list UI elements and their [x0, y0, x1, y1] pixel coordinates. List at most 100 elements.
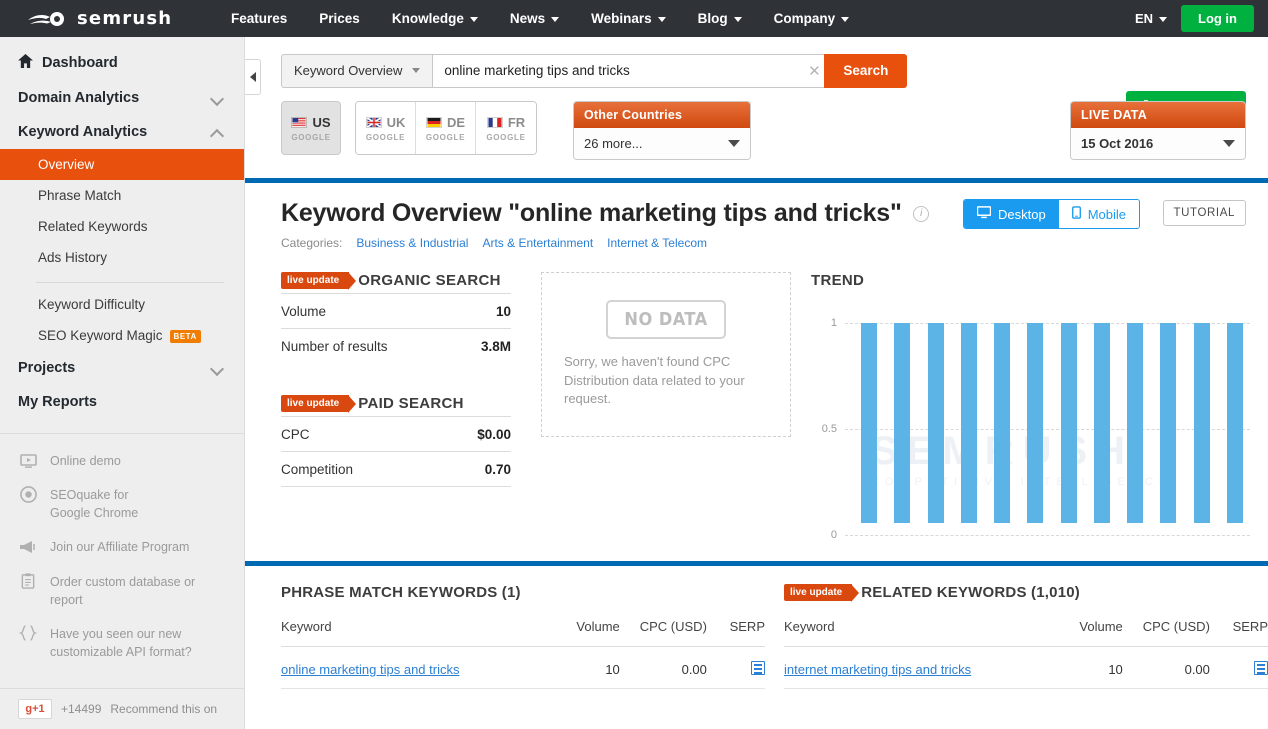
sidebar-link-affiliate[interactable]: Join our Affiliate Program [0, 530, 244, 564]
trend-bar [1193, 323, 1210, 523]
trend-bar [1027, 323, 1044, 523]
nav-item-prices[interactable]: Prices [303, 0, 376, 37]
col-cpc: CPC (USD) [1122, 619, 1210, 647]
cell-cpc: 0.00 [619, 646, 707, 689]
google-plus-icon[interactable]: g+1 [18, 699, 52, 719]
main-content: Keyword Overview ✕ Search Upgrade [245, 37, 1268, 729]
other-countries-body[interactable]: 26 more... [574, 128, 750, 159]
login-button[interactable]: Log in [1181, 5, 1254, 32]
metric-row-competition: Competition 0.70 [281, 451, 511, 487]
category-link-internet[interactable]: Internet & Telecom [607, 236, 707, 250]
clear-icon[interactable]: ✕ [804, 62, 824, 80]
live-data-body[interactable]: 15 Oct 2016 [1071, 128, 1245, 159]
nav-item-company[interactable]: Company [758, 0, 866, 37]
nav-item-news[interactable]: News [494, 0, 575, 37]
flag-us-icon [291, 116, 308, 128]
sidebar-footer-social[interactable]: g+1 +14499 Recommend this on [0, 688, 244, 729]
database-engine: GOOGLE [425, 132, 466, 142]
top-navigation: semrush Features Prices Knowledge News W… [0, 0, 1268, 37]
trend-bar [894, 323, 911, 523]
sidebar-item-domain-analytics[interactable]: Domain Analytics [0, 81, 244, 115]
database-de[interactable]: DE GOOGLE [416, 102, 476, 154]
sidebar-item-seo-keyword-magic[interactable]: SEO Keyword Magic BETA [0, 320, 244, 351]
trend-bars [861, 323, 1243, 523]
sidebar-separator [0, 433, 244, 434]
sidebar-link-online-demo[interactable]: Online demo [0, 444, 244, 478]
y-tick-1: 1 [830, 317, 837, 329]
trend-bar [1127, 323, 1144, 523]
search-bar: Keyword Overview ✕ Search [245, 37, 1268, 94]
database-code: FR [507, 114, 526, 130]
trend-bar [1093, 323, 1110, 523]
category-link-business[interactable]: Business & Industrial [356, 236, 468, 250]
chevron-down-icon [212, 92, 224, 104]
device-mobile-button[interactable]: Mobile [1058, 200, 1139, 228]
sidebar-item-related-keywords[interactable]: Related Keywords [0, 211, 244, 242]
keyword-link[interactable]: internet marketing tips and tricks [784, 662, 971, 677]
y-tick-0: 0 [830, 529, 837, 541]
chevron-down-icon [412, 68, 421, 73]
nav-item-webinars[interactable]: Webinars [575, 0, 682, 37]
semrush-logo[interactable]: semrush [0, 8, 215, 29]
category-link-arts[interactable]: Arts & Entertainment [482, 236, 593, 250]
serp-icon[interactable] [1254, 661, 1268, 675]
live-update-badge: live update [281, 272, 357, 290]
beta-badge: BETA [169, 329, 201, 343]
recommend-text: Recommend this on [110, 702, 218, 716]
sidebar-item-dashboard[interactable]: Dashboard [0, 45, 244, 81]
database-bar: US GOOGLE UK GOOGLE DE GOOGLE FR GOOGLE … [245, 94, 1268, 176]
categories-label: Categories: [281, 236, 343, 250]
database-fr[interactable]: FR GOOGLE [476, 102, 536, 154]
language-selector[interactable]: EN [1135, 11, 1167, 26]
tutorial-button[interactable]: TUTORIAL [1162, 200, 1246, 226]
live-data-dropdown[interactable]: LIVE DATA 15 Oct 2016 [1070, 101, 1246, 160]
metric-value: 0.70 [484, 462, 511, 477]
desktop-icon [976, 206, 992, 222]
trend-title: TREND [811, 272, 865, 289]
col-keyword: Keyword [281, 619, 548, 647]
device-desktop-label: Desktop [998, 206, 1046, 222]
metric-value: $0.00 [477, 427, 511, 442]
serp-icon[interactable] [751, 661, 765, 675]
cell-serp [706, 646, 765, 689]
page-header: Keyword Overview "online marketing tips … [245, 183, 1268, 250]
table-row: internet marketing tips and tricks 10 0.… [784, 646, 1268, 689]
metric-row-results: Number of results 3.8M [281, 328, 511, 363]
chevron-down-icon [469, 16, 478, 22]
nav-item-knowledge[interactable]: Knowledge [376, 0, 494, 37]
flag-uk-icon [365, 116, 382, 128]
other-countries-title: Other Countries [574, 102, 750, 128]
sidebar-label-dashboard: Dashboard [42, 55, 118, 71]
search-button[interactable]: Search [824, 53, 908, 88]
trend-bar [1226, 323, 1243, 523]
nav-item-blog[interactable]: Blog [682, 0, 758, 37]
keyword-link[interactable]: online marketing tips and tricks [281, 662, 459, 677]
sidebar-item-keyword-difficulty[interactable]: Keyword Difficulty [0, 289, 244, 320]
database-us-selected[interactable]: US GOOGLE [281, 101, 341, 155]
table-header-row: Keyword Volume CPC (USD) SERP [784, 619, 1268, 647]
sidebar-item-my-reports[interactable]: My Reports [0, 385, 244, 419]
flag-de-icon [425, 116, 442, 128]
sidebar-item-phrase-match[interactable]: Phrase Match [0, 180, 244, 211]
device-desktop-button[interactable]: Desktop [964, 200, 1059, 228]
sidebar-item-ads-history[interactable]: Ads History [0, 242, 244, 273]
database-uk[interactable]: UK GOOGLE [356, 102, 416, 154]
chevron-up-icon [212, 126, 224, 138]
info-icon[interactable]: i [913, 205, 930, 222]
nav-item-features[interactable]: Features [215, 0, 303, 37]
cell-keyword: internet marketing tips and tricks [784, 646, 1051, 689]
cell-cpc: 0.00 [1122, 646, 1210, 689]
sidebar-item-overview[interactable]: Overview [0, 149, 244, 180]
live-update-badge: live update [784, 584, 860, 602]
sidebar-item-projects[interactable]: Projects [0, 351, 244, 385]
sidebar-item-keyword-analytics[interactable]: Keyword Analytics [0, 115, 244, 149]
clipboard-icon [18, 573, 38, 590]
other-countries-dropdown[interactable]: Other Countries 26 more... [573, 101, 751, 160]
search-input[interactable] [432, 53, 831, 88]
sidebar-link-seoquake[interactable]: SEOquake for Google Chrome [0, 478, 244, 530]
sidebar-link-custom-database[interactable]: Order custom database or report [0, 565, 244, 617]
sidebar-link-api-format[interactable]: Have you seen our new customizable API f… [0, 617, 244, 669]
no-data-badge: NO DATA [606, 299, 726, 339]
sidebar-collapse-button[interactable] [245, 59, 261, 95]
report-type-select[interactable]: Keyword Overview [281, 53, 433, 88]
